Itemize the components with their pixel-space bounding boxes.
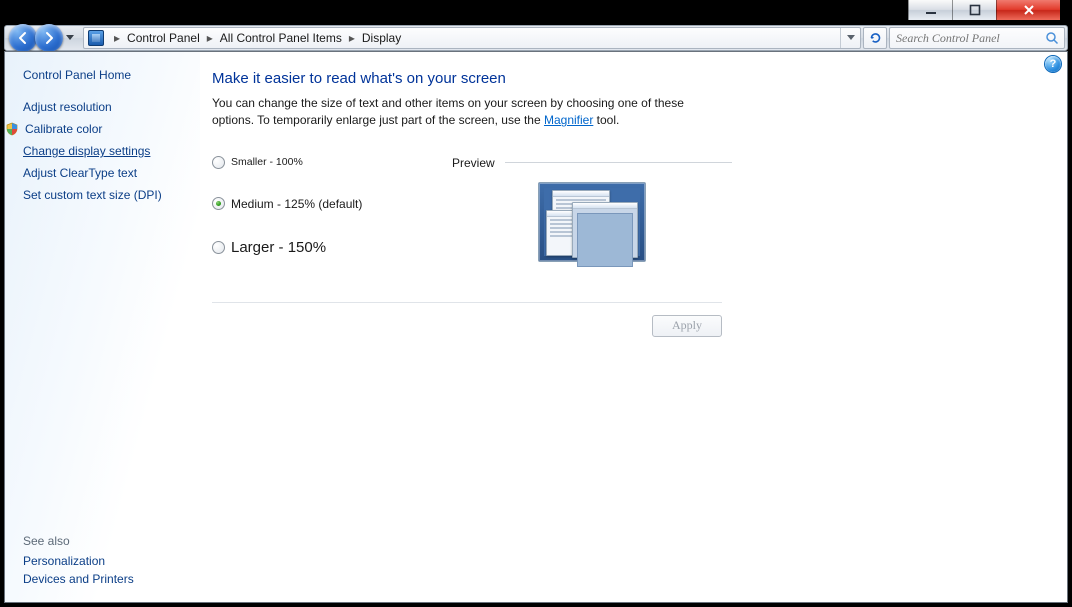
- sidebar-item-label: Adjust resolution: [23, 100, 112, 114]
- magnifier-link[interactable]: Magnifier: [544, 113, 593, 127]
- back-button[interactable]: [9, 24, 37, 52]
- sidebar-link-adjust-cleartype[interactable]: Adjust ClearType text: [23, 166, 190, 180]
- address-bar: ▸ Control Panel ▸ All Control Panel Item…: [4, 25, 1068, 51]
- sidebar-item-label: Calibrate color: [25, 122, 102, 136]
- size-options: Smaller - 100% Medium - 125% (default) L…: [212, 156, 452, 284]
- nav-history-dropdown[interactable]: [63, 35, 77, 41]
- sidebar-item-label: Change display settings: [23, 144, 150, 158]
- option-medium-125[interactable]: Medium - 125% (default): [212, 197, 452, 211]
- chevron-right-icon: ▸: [108, 31, 126, 45]
- preview-section: Preview: [452, 156, 732, 284]
- see-also-link-personalization[interactable]: Personalization: [23, 554, 190, 568]
- radio-icon: [212, 241, 225, 254]
- radio-icon: [212, 156, 225, 169]
- sidebar-link-calibrate-color[interactable]: Calibrate color: [23, 122, 190, 136]
- shield-icon: [5, 122, 19, 136]
- chevron-right-icon: ▸: [343, 31, 361, 45]
- sidebar-link-custom-dpi[interactable]: Set custom text size (DPI): [23, 188, 190, 202]
- breadcrumb-item[interactable]: Display: [361, 29, 402, 47]
- preview-label: Preview: [452, 156, 495, 170]
- control-panel-icon: [88, 30, 104, 46]
- see-also: See also Personalization Devices and Pri…: [23, 534, 190, 590]
- option-label: Medium - 125% (default): [231, 197, 362, 211]
- search-box[interactable]: [889, 27, 1065, 49]
- control-panel-home-link[interactable]: Control Panel Home: [23, 68, 190, 82]
- preview-image: [538, 182, 646, 262]
- page-description: You can change the size of text and othe…: [212, 95, 692, 130]
- breadcrumb[interactable]: ▸ Control Panel ▸ All Control Panel Item…: [83, 27, 861, 49]
- see-also-header: See also: [23, 534, 190, 548]
- refresh-button[interactable]: [863, 27, 887, 49]
- option-label: Larger - 150%: [231, 239, 326, 256]
- sidebar-link-change-display-settings[interactable]: Change display settings: [23, 144, 190, 158]
- chevron-right-icon: ▸: [201, 31, 219, 45]
- lead-text-tail: tool.: [593, 113, 619, 127]
- breadcrumb-item[interactable]: All Control Panel Items: [219, 29, 343, 47]
- divider: [505, 162, 732, 163]
- maximize-button[interactable]: [952, 0, 996, 20]
- option-larger-150[interactable]: Larger - 150%: [212, 239, 452, 256]
- forward-button[interactable]: [35, 24, 63, 52]
- sidebar-item-label: Set custom text size (DPI): [23, 188, 162, 202]
- sidebar: Control Panel Home Adjust resolution Cal…: [5, 52, 200, 602]
- sidebar-item-label: Adjust ClearType text: [23, 166, 137, 180]
- main-panel: Make it easier to read what's on your sc…: [200, 52, 1067, 602]
- radio-icon: [212, 197, 225, 210]
- option-label: Smaller - 100%: [231, 156, 303, 168]
- page-title: Make it easier to read what's on your sc…: [212, 70, 1049, 87]
- content-frame: ? Control Panel Home Adjust resolution C…: [4, 51, 1068, 603]
- see-also-link-devices-printers[interactable]: Devices and Printers: [23, 572, 190, 586]
- minimize-button[interactable]: [908, 0, 952, 20]
- divider: [212, 302, 722, 303]
- option-smaller-100[interactable]: Smaller - 100%: [212, 156, 452, 169]
- breadcrumb-item[interactable]: Control Panel: [126, 29, 201, 47]
- close-button[interactable]: [996, 0, 1060, 20]
- apply-button[interactable]: Apply: [652, 315, 722, 337]
- window-buttons: [908, 0, 1068, 20]
- address-dropdown[interactable]: [840, 28, 860, 48]
- search-input[interactable]: [894, 30, 1044, 47]
- search-icon[interactable]: [1044, 31, 1060, 45]
- sidebar-link-adjust-resolution[interactable]: Adjust resolution: [23, 100, 190, 114]
